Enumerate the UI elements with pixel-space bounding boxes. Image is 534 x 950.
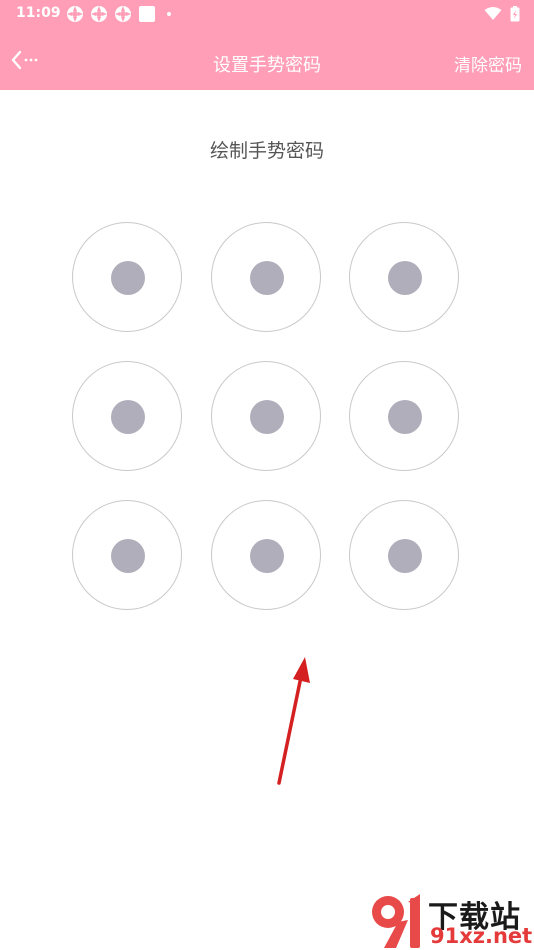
gesture-pattern-grid[interactable] [72, 222, 462, 612]
watermark-domain: 91xz.net [430, 924, 533, 948]
pattern-dot [388, 539, 422, 573]
wifi-icon [484, 7, 502, 20]
pattern-dot [250, 400, 284, 434]
system-icons [484, 6, 520, 22]
pattern-node-7[interactable] [72, 500, 182, 610]
pattern-dot [111, 261, 145, 295]
pattern-dot [111, 400, 145, 434]
pattern-node-2[interactable] [211, 222, 321, 332]
pattern-node-5[interactable] [211, 361, 321, 471]
pattern-dot [250, 261, 284, 295]
notification-icons [66, 5, 176, 23]
pattern-node-6[interactable] [349, 361, 459, 471]
pattern-node-1[interactable] [72, 222, 182, 332]
app-notification-icon [91, 6, 107, 22]
pattern-dot [388, 400, 422, 434]
app-bar: 设置手势密码 清除密码 [0, 28, 534, 90]
app-notification-icon [115, 6, 131, 22]
status-bar: 11:09 [0, 0, 534, 28]
watermark-logo: 下载站 91xz.net [362, 890, 532, 950]
pattern-dot [388, 261, 422, 295]
watermark-emblem-icon [372, 894, 420, 948]
pattern-node-3[interactable] [349, 222, 459, 332]
square-notification-icon [139, 6, 155, 22]
pattern-node-4[interactable] [72, 361, 182, 471]
pattern-node-8[interactable] [211, 500, 321, 610]
pattern-dot [250, 539, 284, 573]
pattern-node-9[interactable] [349, 500, 459, 610]
instruction-text: 绘制手势密码 [209, 140, 324, 162]
battery-icon [510, 6, 520, 22]
pattern-dot [111, 539, 145, 573]
app-notification-icon [67, 6, 83, 22]
dot-icon [167, 12, 171, 16]
status-time: 11:09 [16, 5, 61, 21]
clear-password-button[interactable]: 清除密码 [454, 51, 522, 76]
